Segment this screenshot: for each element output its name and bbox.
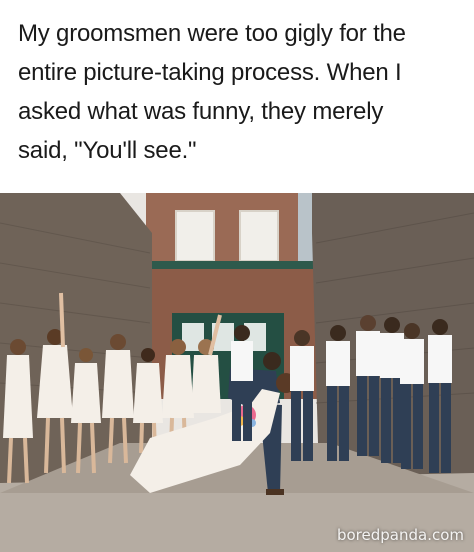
- caption-line-2: entire picture-taking process. When I: [18, 59, 402, 86]
- building-pipe: [298, 193, 314, 263]
- back-building: [146, 193, 314, 263]
- building-window-right: [239, 210, 279, 262]
- caption-line-4: said, "You'll see.": [18, 137, 197, 164]
- caption-line-1: My groomsmen were too gigly for the: [18, 20, 406, 47]
- wedding-photo-illustration: [0, 193, 474, 552]
- meme-caption: My groomsmen were too gigly for the enti…: [0, 0, 474, 193]
- boredpanda-watermark: boredpanda.com: [336, 526, 464, 544]
- awning: [140, 261, 318, 269]
- wedding-photo: boredpanda.com: [0, 193, 474, 552]
- caption-line-3: asked what was funny, they merely: [18, 98, 384, 125]
- building-window-left: [175, 210, 215, 262]
